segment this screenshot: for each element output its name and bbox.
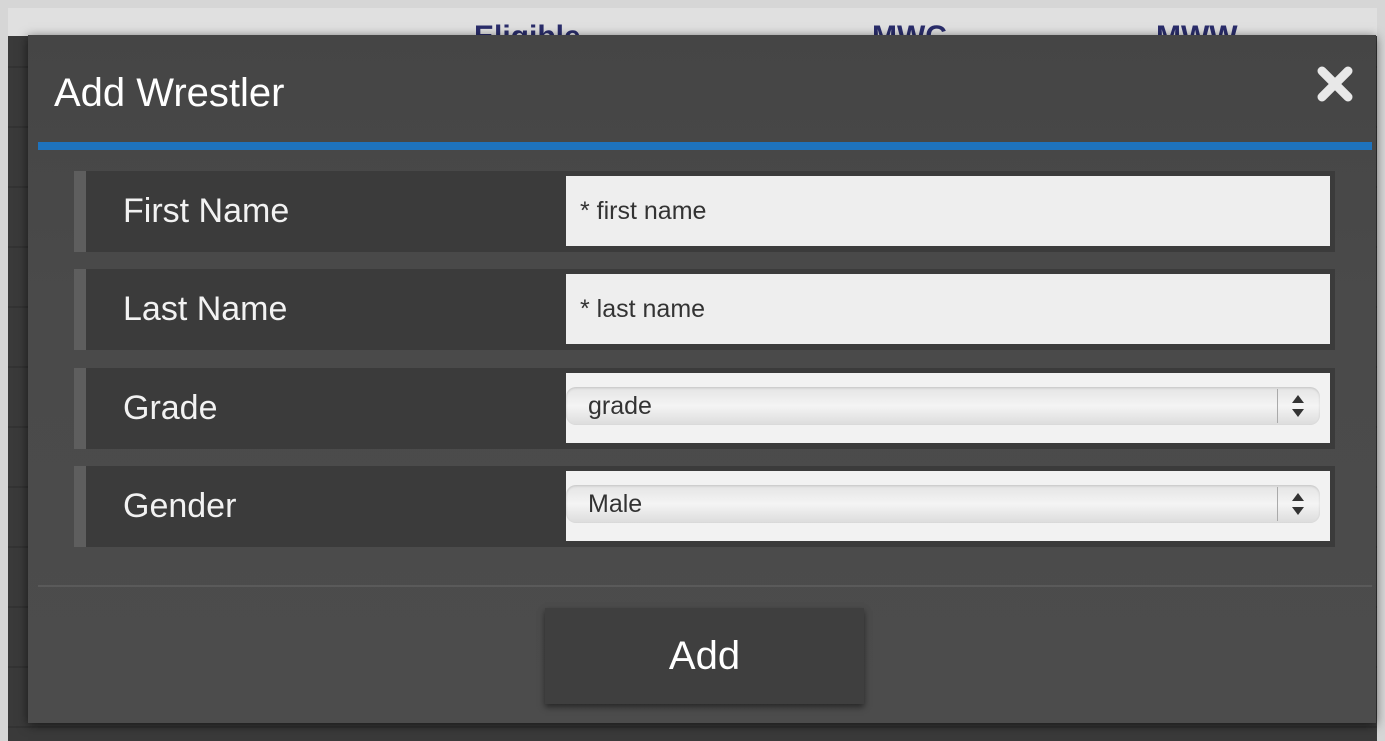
title-accent-bar	[38, 142, 1372, 150]
background-table-header: Eligible MWC MWW	[8, 8, 1377, 36]
select-divider	[1277, 389, 1278, 423]
grade-select-box: grade	[566, 373, 1330, 443]
gender-label: Gender	[123, 487, 237, 525]
gender-row: Gender Male	[74, 466, 1335, 547]
first-name-label: First Name	[123, 192, 290, 230]
background-column-mww: MWW	[1156, 22, 1238, 37]
grade-row: Grade grade	[74, 368, 1335, 449]
close-icon[interactable]	[1310, 59, 1360, 109]
first-name-input[interactable]	[566, 176, 1330, 246]
select-arrows-icon	[1288, 491, 1308, 517]
select-arrows-icon	[1288, 393, 1308, 419]
background-column-eligible: Eligible	[474, 22, 581, 37]
footer-divider	[38, 585, 1372, 587]
gender-selected-value: Male	[588, 490, 643, 518]
dialog-title: Add Wrestler	[54, 71, 285, 115]
background-column-mwc: MWC	[872, 22, 947, 37]
add-wrestler-dialog: Add Wrestler First Name Last Name Grade …	[28, 35, 1376, 723]
grade-selected-value: grade	[588, 392, 652, 420]
last-name-input[interactable]	[566, 274, 1330, 344]
select-divider	[1277, 487, 1278, 521]
gender-select[interactable]: Male	[566, 485, 1320, 523]
gender-select-box: Male	[566, 471, 1330, 541]
last-name-label: Last Name	[123, 290, 288, 328]
add-button[interactable]: Add	[545, 608, 864, 704]
last-name-row: Last Name	[74, 269, 1335, 350]
grade-select[interactable]: grade	[566, 387, 1320, 425]
first-name-row: First Name	[74, 171, 1335, 252]
grade-label: Grade	[123, 389, 218, 427]
